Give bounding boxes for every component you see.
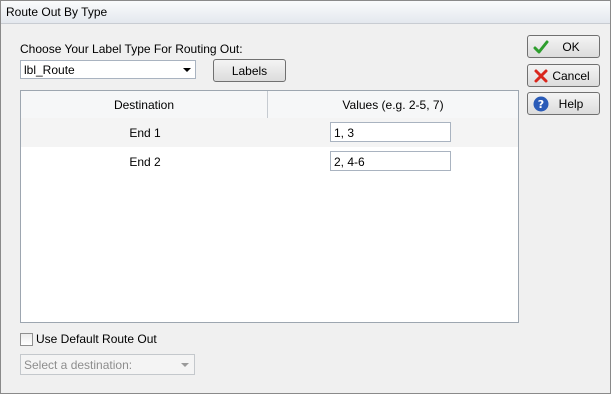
row-values-input[interactable]: 2, 4-6 (330, 151, 451, 171)
checkmark-icon (533, 40, 549, 53)
cancel-button-label: Cancel (552, 68, 590, 83)
grid-header: Destination Values (e.g. 2-5, 7) (21, 91, 518, 119)
labels-button-label: Labels (231, 63, 268, 78)
route-out-dialog: Route Out By Type Choose Your Label Type… (0, 0, 611, 394)
use-default-route-checkbox[interactable] (20, 333, 33, 346)
cancel-button[interactable]: Cancel (527, 64, 600, 87)
row-destination: End 2 (129, 154, 161, 169)
use-default-route-label[interactable]: Use Default Route Out (36, 332, 157, 346)
destination-placeholder: Select a destination: (24, 358, 133, 372)
title-bar: Route Out By Type (1, 1, 610, 24)
help-button[interactable]: ? Help (527, 92, 600, 115)
row-values-text: 1, 3 (334, 126, 355, 140)
label-type-prompt: Choose Your Label Type For Routing Out: (20, 42, 243, 56)
routing-grid: Destination Values (e.g. 2-5, 7) End 1 1… (20, 90, 519, 323)
label-type-dropdown[interactable]: lbl_Route (20, 60, 196, 79)
row-values-input[interactable]: 1, 3 (330, 122, 451, 142)
label-type-value: lbl_Route (24, 63, 75, 77)
help-button-label: Help (558, 96, 584, 111)
destination-dropdown[interactable]: Select a destination: (20, 354, 195, 375)
ok-button[interactable]: OK (527, 35, 600, 58)
table-row: End 1 1, 3 (21, 118, 518, 147)
svg-text:?: ? (538, 98, 544, 111)
row-values-text: 2, 4-6 (334, 155, 365, 169)
column-header-values[interactable]: Values (e.g. 2-5, 7) (268, 91, 518, 118)
dropdown-arrow-icon (183, 68, 191, 72)
column-header-destination[interactable]: Destination (21, 91, 268, 118)
window-title: Route Out By Type (6, 5, 108, 19)
red-x-icon (534, 69, 548, 82)
labels-button[interactable]: Labels (213, 59, 286, 82)
table-row: End 2 2, 4-6 (21, 147, 518, 176)
row-destination: End 1 (129, 125, 161, 140)
dropdown-arrow-icon (181, 363, 189, 367)
ok-button-label: OK (562, 39, 580, 54)
help-question-icon: ? (533, 96, 549, 111)
